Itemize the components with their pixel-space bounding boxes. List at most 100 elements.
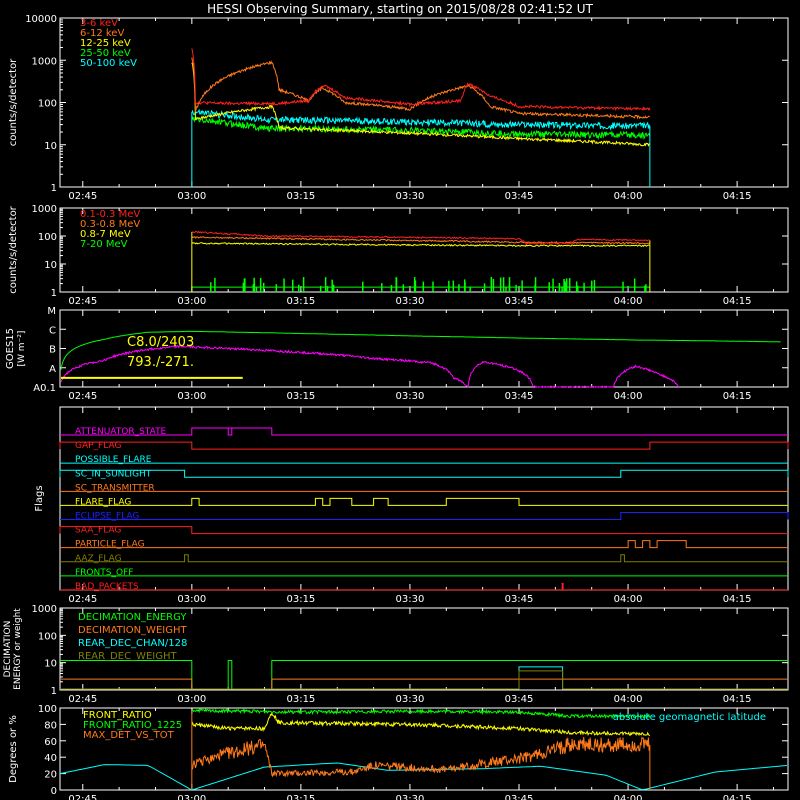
time-tick-label: 04:15 — [723, 391, 752, 402]
panel-lightcurves: 02:45 03:00 03:15 03:30 03:45 04:00 04:15 1 10 10… — [8, 14, 789, 202]
series-decimation-weight-line — [60, 678, 788, 690]
y-tick-label: 40 — [44, 753, 57, 764]
time-tick-label: 03:15 — [286, 296, 315, 307]
y-axis-label: counts/s/detector — [8, 58, 19, 146]
panel-decimation: 02:45 03:00 03:15 03:30 03:45 04:00 04:15 1 10 10… — [3, 604, 789, 705]
flag-row: SAA_FLAG — [59, 526, 788, 536]
y-tick-label: 100 — [38, 232, 57, 243]
y-tick-label: 100 — [38, 99, 57, 110]
flag-line — [60, 497, 788, 506]
series-rear-dec-weight-line — [60, 670, 788, 690]
time-tick-label: 03:30 — [396, 694, 425, 705]
legend-entry: DECIMATION_ENERGY — [78, 612, 187, 623]
time-tick-label: 02:45 — [68, 694, 97, 705]
y-axis-label: counts/s/detector — [8, 205, 19, 293]
panel-frame — [59, 207, 789, 293]
flag-row: AAZ_FLAG — [60, 554, 788, 564]
flag-row: FRONTS_OFF — [60, 568, 788, 578]
time-tick-label: 03:30 — [396, 391, 425, 402]
time-tick-label: 03:45 — [505, 594, 534, 605]
time-tick-label: 03:15 — [286, 694, 315, 705]
flag-row: SC_IN_SUNLIGHT — [59, 469, 789, 479]
time-tick-label: 04:15 — [723, 794, 752, 800]
time-tick-label: 03:45 — [505, 191, 534, 202]
time-tick-label: 03:15 — [286, 794, 315, 800]
legend-entry: 7-20 MeV — [80, 239, 128, 250]
time-tick-label: 04:15 — [723, 594, 752, 605]
y-tick-label: 100 — [38, 704, 57, 715]
time-tick-label: 03:00 — [177, 594, 206, 605]
y-tick-label: 1000 — [32, 56, 57, 67]
flag-line — [60, 427, 788, 436]
time-tick-label: 04:00 — [614, 296, 643, 307]
flag-line — [59, 441, 789, 450]
time-tick-label: 04:00 — [614, 694, 643, 705]
time-tick-label: 03:30 — [396, 296, 425, 307]
y-tick-label: 10000 — [25, 14, 57, 25]
y-tick-label: 1000 — [32, 604, 57, 615]
goes-class-label: A — [49, 364, 56, 375]
y-tick-label: 1000 — [32, 204, 57, 215]
y-axis-unit: [W m⁻²] — [17, 331, 27, 367]
time-tick-label: 03:45 — [505, 296, 534, 307]
time-tick-label: 03:00 — [177, 191, 206, 202]
flag-row: FLARE_FLAG — [60, 497, 788, 507]
flag-line — [60, 540, 788, 549]
legend-entry: REAR_DEC_WEIGHT — [78, 651, 177, 662]
time-tick-label: 04:15 — [723, 694, 752, 705]
y-tick-label: 1 — [51, 686, 57, 697]
time-tick-label: 03:15 — [286, 594, 315, 605]
time-tick-label: 02:45 — [68, 594, 97, 605]
flag-line — [60, 554, 788, 563]
time-tick-label: 03:00 — [177, 694, 206, 705]
flag-line — [60, 512, 789, 520]
panel-flags: 02:45 03:00 03:15 03:30 03:45 04:00 04:15 Flags… — [34, 406, 789, 605]
legend-entry: MAX_DET_VS_TOT — [83, 730, 175, 741]
series-decimation-energy-line — [60, 660, 788, 690]
flag-row: SC_TRANSMITTER — [60, 483, 788, 493]
flag-row: PARTICLE_FLAG — [60, 540, 788, 550]
time-tick-label: 04:00 — [614, 191, 643, 202]
y-axis-label: GOES15 — [5, 328, 16, 369]
y-tick-label: 10 — [44, 260, 57, 271]
time-tick-label: 03:45 — [505, 794, 534, 800]
time-tick-label: 03:30 — [396, 191, 425, 202]
y-tick-label: 10 — [44, 659, 57, 670]
flag-line — [59, 469, 789, 478]
time-tick-label: 04:00 — [614, 391, 643, 402]
y-tick-label: 10 — [44, 141, 57, 152]
time-tick-label: 03:30 — [396, 594, 425, 605]
time-tick-label: 03:15 — [286, 191, 315, 202]
time-tick-label: 03:00 — [177, 296, 206, 307]
plot-layer: 02:45 03:00 03:15 03:30 03:45 04:00 04:1511010… — [3, 14, 789, 800]
panel-goes: 02:45 03:00 03:15 03:30 03:45 04:00 04:15 A0.1 A… — [5, 306, 789, 402]
time-tick-label: 03:30 — [396, 794, 425, 800]
goes-class-label: M — [47, 306, 56, 317]
series-3-6-kev-line — [191, 48, 651, 112]
y-tick-label: 20 — [44, 770, 57, 781]
time-tick-label: 03:00 — [177, 391, 206, 402]
panel-frame — [59, 406, 789, 591]
flag-row: ECLIPSE_FLAG — [60, 512, 789, 522]
panel-high-energy-lightcurves: 02:45 03:00 03:15 03:30 03:45 04:00 04:15 1 10 10… — [8, 204, 789, 307]
legend-entry: DECIMATION_WEIGHT — [78, 625, 187, 636]
y-tick-label: 80 — [44, 720, 57, 731]
series-6-12-kev-line — [191, 57, 650, 120]
flag-row: ATTENUATOR_STATE — [60, 427, 788, 437]
y-axis-label: Flags — [34, 485, 45, 511]
flag-row: POSSIBLE_FLARE — [60, 455, 788, 465]
legend-entry: REAR_DEC_CHAN/128 — [78, 638, 187, 649]
time-tick-label: 04:15 — [723, 296, 752, 307]
y-axis-label-line2: ENERGY or weight — [13, 608, 23, 690]
y-tick-label: 1 — [51, 288, 57, 299]
hessi-summary-figure: HESSI Observing Summary, starting on 201… — [3, 2, 789, 800]
goes-annotation: 793./-271. — [127, 355, 194, 370]
series-0-8-7-mev-line — [191, 242, 650, 248]
time-tick-label: 02:45 — [68, 296, 97, 307]
panel-ratios: 02:45 03:00 03:15 03:30 03:45 04:00 04:15 0 20 40… — [8, 704, 789, 800]
time-tick-label: 02:45 — [68, 794, 97, 800]
flag-notch — [227, 427, 233, 436]
flag-line — [59, 526, 788, 535]
y-axis-label: Degrees or % — [8, 715, 19, 783]
series-rear-dec-chan-128-line — [60, 666, 788, 690]
